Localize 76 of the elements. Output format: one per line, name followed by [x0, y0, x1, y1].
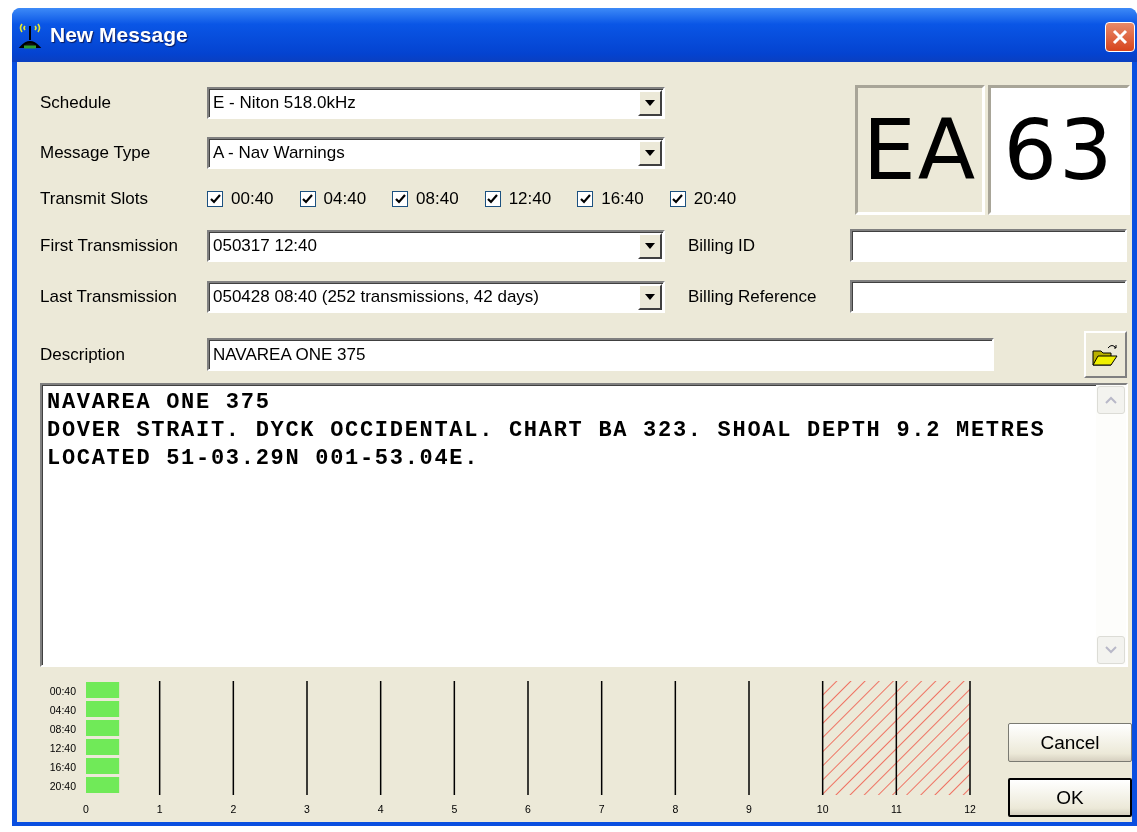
dropdown-field[interactable]: 050317 12:40 — [207, 229, 665, 262]
axis-label: 4 — [377, 803, 384, 815]
message-line: DOVER STRAIT. DYCK OCCIDENTAL. CHART BA 323. SHOAL DEPTH 9.2 METRES — [47, 417, 1047, 445]
open-file-button[interactable] — [1083, 331, 1127, 378]
close-icon — [1112, 29, 1128, 45]
axis-label: 3 — [304, 803, 310, 815]
axis-label: 9 — [746, 803, 752, 815]
checkbox[interactable] — [577, 191, 594, 207]
dropdown-arrow-icon — [645, 293, 655, 300]
axis-label: 12:40 — [49, 742, 76, 754]
dropdown-button[interactable] — [638, 90, 662, 116]
antenna-icon — [18, 21, 42, 49]
field-label: Schedule — [40, 93, 112, 113]
axis-label: 11 — [890, 803, 902, 815]
axis-label: 16:40 — [49, 761, 76, 773]
chart-bar — [86, 682, 120, 698]
code-number: 63 — [987, 85, 1130, 215]
axis-label: 08:40 — [49, 723, 76, 735]
dropdown-arrow-icon — [645, 242, 655, 249]
input-field[interactable] — [850, 280, 1127, 313]
checkbox-label: 16:40 — [601, 189, 644, 209]
checkbox[interactable] — [299, 191, 316, 207]
chart-bar — [86, 758, 120, 774]
axis-label: 2 — [230, 803, 237, 815]
checkbox-label: 20:40 — [693, 189, 737, 209]
checkbox-label: 08:40 — [416, 189, 459, 209]
axis-label: 5 — [451, 803, 458, 815]
field-label: Billing Reference — [687, 286, 818, 307]
field-label: Last Transmission — [40, 286, 178, 307]
dropdown-button[interactable] — [638, 232, 662, 259]
axis-label: 8 — [672, 803, 679, 815]
axis-label: 12 — [964, 803, 976, 815]
message-text-area[interactable]: NAVAREA ONE 375 DOVER STRAIT. DYCK OCCIDENTAL. CHART BA 323. SHOAL DEPTH 9.2 METRES LOCATED 51-03.29N 001-53.04E. — [40, 383, 1128, 667]
close-button[interactable] — [1105, 22, 1135, 52]
chart-bar — [86, 701, 120, 717]
dropdown-field[interactable]: E - Niton 518.0kHz — [207, 87, 665, 119]
dropdown-arrow-icon — [645, 150, 655, 156]
code-prefix: EA — [855, 85, 985, 215]
ok-button[interactable]: OK — [1008, 778, 1132, 817]
chart-bar — [86, 720, 120, 736]
input-field[interactable] — [850, 229, 1127, 262]
chevron-down-icon — [1105, 646, 1117, 654]
axis-label: 00:40 — [49, 685, 76, 697]
input-field[interactable]: NAVAREA ONE 375 — [207, 338, 994, 371]
chevron-up-icon — [1105, 396, 1117, 404]
message-line: LOCATED 51-03.29N 001-53.04E. — [47, 445, 481, 473]
dropdown-button[interactable] — [638, 283, 662, 310]
field-label: Message Type — [40, 143, 152, 163]
chart-bar — [86, 777, 120, 793]
dropdown-field[interactable]: 050428 08:40 (252 transmissions, 42 days) — [207, 280, 665, 313]
dropdown-arrow-icon — [645, 100, 655, 106]
dropdown-button[interactable] — [638, 140, 662, 166]
message-line: NAVAREA ONE 375 — [47, 389, 272, 417]
checkbox-label: 00:40 — [231, 189, 274, 209]
checkbox[interactable] — [669, 191, 686, 207]
checkbox[interactable] — [484, 191, 501, 207]
axis-label: 6 — [525, 803, 531, 815]
field-label: Billing ID — [687, 235, 757, 256]
chart-bar — [86, 739, 120, 755]
axis-label: 7 — [598, 803, 605, 815]
window-title: New Message — [50, 23, 188, 47]
field-label: Transmit Slots — [40, 189, 149, 209]
axis-label: 04:40 — [49, 704, 76, 716]
axis-label: 0 — [83, 803, 89, 815]
field-label: First Transmission — [40, 235, 179, 256]
folder-icon — [1091, 342, 1120, 367]
field-label: Description — [40, 344, 127, 365]
checkbox-label: 04:40 — [323, 189, 367, 209]
checkbox-label: 12:40 — [508, 189, 552, 209]
cancel-button[interactable]: Cancel — [1008, 723, 1132, 762]
dropdown-field[interactable]: A - Nav Warnings — [207, 137, 665, 169]
checkbox[interactable] — [207, 191, 223, 207]
axis-label: 1 — [156, 803, 163, 815]
axis-label: 10 — [816, 803, 829, 815]
axis-label: 20:40 — [49, 780, 76, 792]
checkbox[interactable] — [392, 191, 409, 207]
